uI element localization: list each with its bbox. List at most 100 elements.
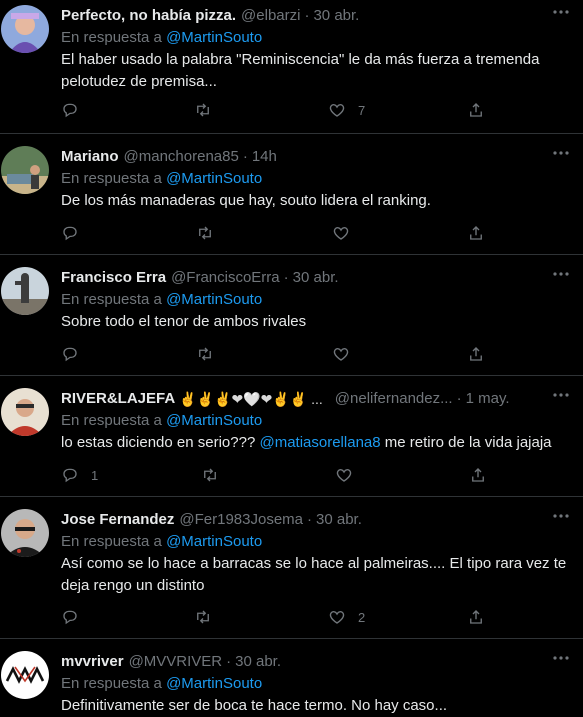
avatar[interactable] bbox=[1, 5, 49, 53]
tweet-text: De los más manaderas que hay, souto lide… bbox=[61, 192, 431, 209]
reply-button[interactable] bbox=[61, 607, 91, 627]
author-name[interactable]: Jose Fernandez bbox=[61, 510, 174, 530]
more-icon[interactable] bbox=[549, 650, 573, 666]
reply-mention-link[interactable]: @MartinSouto bbox=[166, 170, 262, 187]
reply-prefix: En respuesta a bbox=[61, 533, 162, 550]
tweet-text-part: lo estas diciendo en serio??? bbox=[61, 434, 260, 451]
timestamp[interactable]: 30 abr. bbox=[313, 6, 359, 26]
like-count: 2 bbox=[358, 609, 366, 625]
reply-icon bbox=[63, 103, 77, 118]
heart-icon bbox=[333, 348, 349, 361]
reply-context: En respuesta a @MartinSouto bbox=[61, 27, 571, 49]
timestamp[interactable]: 14h bbox=[252, 147, 277, 167]
share-icon bbox=[472, 468, 484, 482]
more-icon[interactable] bbox=[549, 508, 573, 524]
tweet[interactable]: Mariano @manchorena85 · 14h En respuesta… bbox=[0, 134, 583, 255]
tweet[interactable]: Perfecto, no había pizza. @elbarzi · 30 … bbox=[0, 0, 583, 134]
timestamp[interactable]: 30 abr. bbox=[235, 652, 281, 672]
reply-icon bbox=[63, 347, 77, 362]
author-name[interactable]: Perfecto, no había pizza. bbox=[61, 6, 236, 26]
reply-prefix: En respuesta a bbox=[61, 29, 162, 46]
reply-icon bbox=[63, 226, 77, 241]
reply-button[interactable] bbox=[61, 344, 91, 364]
author-handle[interactable]: @manchorena85 bbox=[124, 147, 239, 167]
retweet-button[interactable] bbox=[196, 223, 226, 243]
reply-button[interactable]: 1 bbox=[61, 465, 98, 485]
like-button[interactable] bbox=[335, 465, 365, 485]
separator-dot: · bbox=[304, 7, 310, 24]
retweet-icon bbox=[199, 226, 211, 240]
text-mention-link[interactable]: @matiasorellana8 bbox=[259, 434, 380, 451]
reply-icon bbox=[63, 610, 77, 625]
author-name[interactable]: Francisco Erra bbox=[61, 268, 166, 288]
author-handle[interactable]: @FranciscoErra bbox=[171, 268, 280, 288]
like-button[interactable] bbox=[332, 344, 362, 364]
author-handle[interactable]: @nelifernandez... bbox=[335, 389, 453, 409]
more-icon[interactable] bbox=[549, 387, 573, 403]
retweet-button[interactable] bbox=[194, 607, 224, 627]
avatar[interactable] bbox=[1, 267, 49, 315]
retweet-icon bbox=[199, 347, 211, 361]
reply-icon bbox=[63, 468, 77, 483]
reply-context: En respuesta a @MartinSouto bbox=[61, 531, 571, 553]
more-icon[interactable] bbox=[549, 145, 573, 161]
more-icon[interactable] bbox=[549, 266, 573, 282]
reply-mention-link[interactable]: @MartinSouto bbox=[166, 675, 262, 692]
tweet-text-part: me retiro de la vida jajaja bbox=[380, 434, 552, 451]
retweet-button[interactable] bbox=[201, 465, 231, 485]
timestamp[interactable]: 1 may. bbox=[466, 389, 510, 409]
author-handle[interactable]: @MVVRIVER bbox=[129, 652, 223, 672]
timestamp[interactable]: 30 abr. bbox=[293, 268, 339, 288]
tweet-text: Sobre todo el tenor de ambos rivales bbox=[61, 313, 307, 330]
reply-mention-link[interactable]: @MartinSouto bbox=[166, 533, 262, 550]
author-name[interactable]: mvvriver bbox=[61, 652, 124, 672]
share-button[interactable] bbox=[469, 465, 487, 485]
tweet-actions bbox=[61, 223, 583, 243]
separator-dot: · bbox=[242, 148, 248, 165]
tweet-text: El haber usado la palabra "Reminiscencia… bbox=[61, 51, 540, 90]
like-button[interactable]: 2 bbox=[328, 607, 365, 627]
author-name[interactable]: RIVER&LAJEFA bbox=[61, 389, 175, 409]
reply-mention-link[interactable]: @MartinSouto bbox=[166, 29, 262, 46]
more-icon[interactable] bbox=[549, 4, 573, 20]
share-button[interactable] bbox=[467, 607, 485, 627]
avatar[interactable] bbox=[1, 651, 49, 699]
avatar[interactable] bbox=[1, 388, 49, 436]
avatar[interactable] bbox=[1, 509, 49, 557]
reply-context: En respuesta a @MartinSouto bbox=[61, 168, 571, 190]
tweet[interactable]: mvvriver @MVVRIVER · 30 abr. En respuest… bbox=[0, 639, 583, 714]
share-icon bbox=[470, 103, 482, 117]
author-name[interactable]: Mariano bbox=[61, 147, 119, 167]
tweet-text: Así como se lo hace a barracas se lo hac… bbox=[61, 555, 567, 594]
heart-icon bbox=[333, 227, 349, 240]
tweet-actions bbox=[61, 344, 583, 364]
reply-prefix: En respuesta a bbox=[61, 170, 162, 187]
tweet-actions: 2 bbox=[61, 607, 583, 627]
reply-context: En respuesta a @MartinSouto bbox=[61, 410, 571, 432]
share-button[interactable] bbox=[467, 344, 485, 364]
timestamp[interactable]: 30 abr. bbox=[316, 510, 362, 530]
like-button[interactable] bbox=[332, 223, 362, 243]
share-button[interactable] bbox=[467, 100, 485, 120]
like-button[interactable]: 7 bbox=[328, 100, 365, 120]
tweet[interactable]: Francisco Erra @FranciscoErra · 30 abr. … bbox=[0, 255, 583, 376]
reply-mention-link[interactable]: @MartinSouto bbox=[166, 291, 262, 308]
retweet-icon bbox=[204, 468, 216, 482]
heart-icon bbox=[329, 104, 345, 117]
avatar[interactable] bbox=[1, 146, 49, 194]
share-icon bbox=[470, 347, 482, 361]
author-handle[interactable]: @elbarzi bbox=[241, 6, 300, 26]
reply-context: En respuesta a @MartinSouto bbox=[61, 289, 571, 311]
separator-dot: · bbox=[307, 511, 312, 528]
reply-feed: Perfecto, no había pizza. @elbarzi · 30 … bbox=[0, 0, 583, 714]
author-handle[interactable]: @Fer1983Josema bbox=[179, 510, 303, 530]
reply-button[interactable] bbox=[61, 223, 91, 243]
share-button[interactable] bbox=[467, 223, 485, 243]
tweet[interactable]: Jose Fernandez @Fer1983Josema · 30 abr. … bbox=[0, 497, 583, 639]
retweet-button[interactable] bbox=[194, 100, 224, 120]
tweet[interactable]: RIVER&LAJEFA ✌✌✌❤🤍❤✌✌ ... @nelifernandez… bbox=[0, 376, 583, 497]
heart-icon bbox=[329, 611, 345, 624]
reply-button[interactable] bbox=[61, 100, 91, 120]
retweet-button[interactable] bbox=[196, 344, 226, 364]
reply-mention-link[interactable]: @MartinSouto bbox=[166, 412, 262, 429]
